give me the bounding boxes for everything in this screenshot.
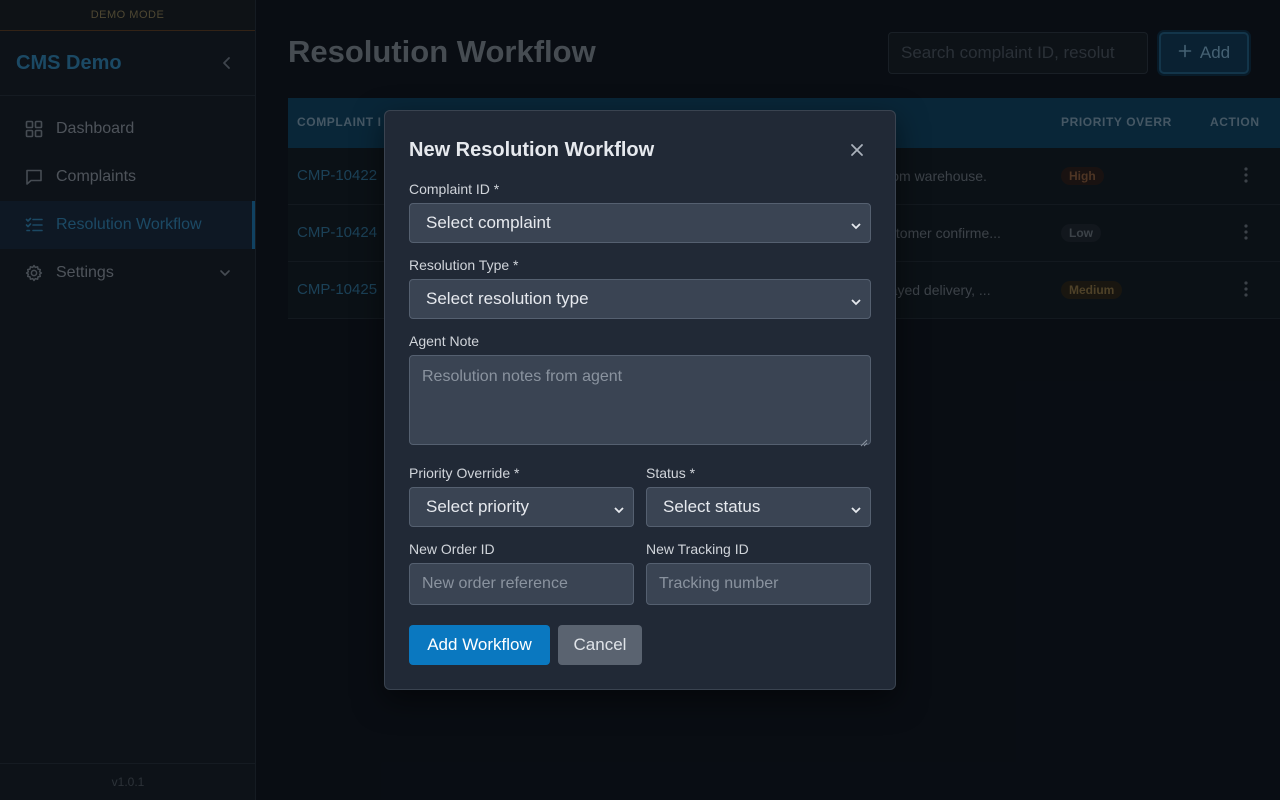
status-select-value: Select status [663,497,761,516]
chevron-down-icon [850,293,862,313]
new-tracking-id-label: New Tracking ID [646,541,749,557]
complaint-id-select[interactable]: Select complaint [409,203,871,243]
new-tracking-id-placeholder: Tracking number [659,575,779,592]
resolution-type-label: Resolution Type * [409,257,519,273]
new-workflow-modal: New Resolution Workflow Complaint ID * S… [384,110,896,690]
new-order-id-label: New Order ID [409,541,495,557]
complaint-id-select-value: Select complaint [426,213,551,232]
priority-select-value: Select priority [426,497,529,516]
cancel-button[interactable]: Cancel [558,625,642,665]
status-select[interactable]: Select status [646,487,871,527]
new-tracking-id-input[interactable]: Tracking number [646,563,871,605]
new-order-id-placeholder: New order reference [422,575,568,592]
status-label: Status * [646,465,696,481]
agent-note-label: Agent Note [409,333,480,349]
agent-note-placeholder: Resolution notes from agent [422,368,623,385]
modal-title: New Resolution Workflow [409,139,655,161]
agent-note-textarea[interactable]: Resolution notes from agent [409,355,871,447]
complaint-id-label: Complaint ID * [409,181,500,197]
new-order-id-input[interactable]: New order reference [409,563,634,605]
chevron-down-icon [850,217,862,237]
resize-grip-icon[interactable] [860,434,868,447]
resolution-type-select[interactable]: Select resolution type [409,279,871,319]
priority-override-label: Priority Override * [409,465,520,481]
resolution-type-select-value: Select resolution type [426,289,589,308]
chevron-down-icon [613,501,625,521]
close-icon[interactable] [847,140,867,160]
chevron-down-icon [850,501,862,521]
add-workflow-button[interactable]: Add Workflow [409,625,550,665]
priority-override-select[interactable]: Select priority [409,487,634,527]
